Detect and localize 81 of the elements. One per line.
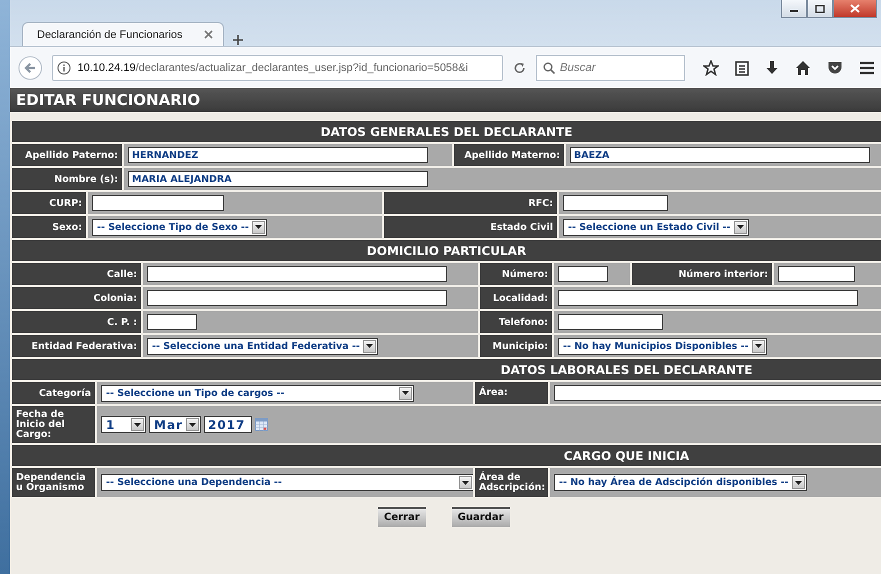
text-field[interactable] [778,266,855,282]
field-label: Colonia: [93,292,137,304]
search-field[interactable]: Buscar [536,54,685,80]
text-field[interactable]: BAEZA [570,147,870,163]
field-label: Nombre (s): [54,174,118,184]
maximize-icon [815,4,825,12]
field-label: Apellido Paterno: [25,150,118,160]
text-field[interactable] [558,266,608,282]
text-field[interactable] [558,314,663,330]
field-label: Apellido Materno: [464,150,560,160]
field-label: Número: [502,268,548,280]
dropdown[interactable]: -- No hay Municipios Disponibles -- [558,338,767,354]
back-icon[interactable] [18,54,42,80]
star-icon[interactable] [702,60,719,76]
dropdown[interactable]: -- Seleccione Tipo de Sexo -- [92,218,267,236]
field-label: Número interior: [678,268,768,280]
text-field[interactable]: HERNANDEZ [128,147,428,163]
dropdown[interactable]: 1 [101,416,146,433]
field-label: Entidad Federativa: [32,340,137,352]
home-icon[interactable] [794,60,811,76]
text-field[interactable] [554,385,881,401]
text-field[interactable] [92,195,224,211]
section-heading: CARGO QUE INICIA [564,448,690,462]
field-label: RFC: [528,198,553,208]
caret-icon [254,225,262,229]
caret-icon [134,422,141,426]
dropdown[interactable]: -- No hay Área de Adscipción disponibles -- [554,474,806,491]
pocket-icon[interactable] [826,60,843,76]
year-field[interactable]: 2017 [204,416,252,433]
info-icon [57,60,72,74]
text-field[interactable] [563,195,668,211]
caret-icon [794,480,802,484]
dropdown[interactable]: Mar [149,416,201,433]
caret-icon [188,422,196,426]
maximize-button[interactable] [807,0,833,18]
field-label: Estado Civil [490,222,553,232]
close-icon [850,4,860,13]
field-label: Telefono: [498,316,548,328]
caret-icon [754,344,762,348]
text-field[interactable] [147,290,447,306]
section-heading: DATOS GENERALES DEL DECLARANTE [320,124,572,138]
plus-icon[interactable] [232,34,244,46]
field-label: C. P. : [107,316,137,328]
section-heading: DOMICILIO PARTICULAR [366,244,526,258]
caret-icon [402,391,409,395]
minimize-button[interactable] [781,0,807,18]
text-field[interactable] [558,290,858,306]
field-label: Sexo: [52,222,82,232]
field-label: Área de Adscripción: [479,472,546,492]
dropdown[interactable]: -- Seleccione una Dependencia -- [101,474,473,491]
dropdown[interactable]: -- Seleccione un Estado Civil -- [563,218,749,236]
caret-icon [462,480,469,484]
section-heading: DATOS LABORALES DEL DECLARANTE [500,362,752,376]
reload-icon[interactable] [512,60,526,74]
field-label: Localidad: [493,292,548,304]
page-title: EDITAR FUNCIONARIO [15,90,202,111]
caret-icon [737,225,744,229]
close-button[interactable] [833,0,877,18]
field-label: Dependencia u Organismo [16,472,87,492]
field-label: CURP: [49,198,82,208]
field-label: Área: [479,388,508,398]
dropdown[interactable]: -- Seleccione un Tipo de cargos -- [101,384,414,402]
action-button[interactable]: Guardar [452,507,510,527]
field-label: Calle: [106,268,137,280]
field-label: Fecha de Inicio del Cargo: [16,410,66,440]
field-label: Categoría [38,388,91,398]
menu-icon[interactable] [858,60,875,74]
text-field[interactable] [147,266,447,282]
text-field[interactable]: MARIA ALEJANDRA [128,171,428,187]
calendar-icon[interactable] [254,418,268,431]
caret-icon [366,344,373,348]
text-field[interactable] [147,314,197,330]
browser-tab[interactable]: Declaranción de Funcionarios [22,22,224,46]
field-label: Municipio: [492,340,548,352]
search-icon [542,62,555,74]
clipboard-icon[interactable] [734,60,749,76]
close-icon[interactable] [204,30,213,39]
download-icon[interactable] [764,60,779,76]
address-field[interactable]: 10.10.24.19/declarantes/actualizar_declarantes_user.jsp?id_funcionario=5058&i [52,54,503,80]
dropdown[interactable]: -- Seleccione una Entidad Federativa -- [147,338,378,354]
action-button[interactable]: Cerrar [378,507,426,527]
